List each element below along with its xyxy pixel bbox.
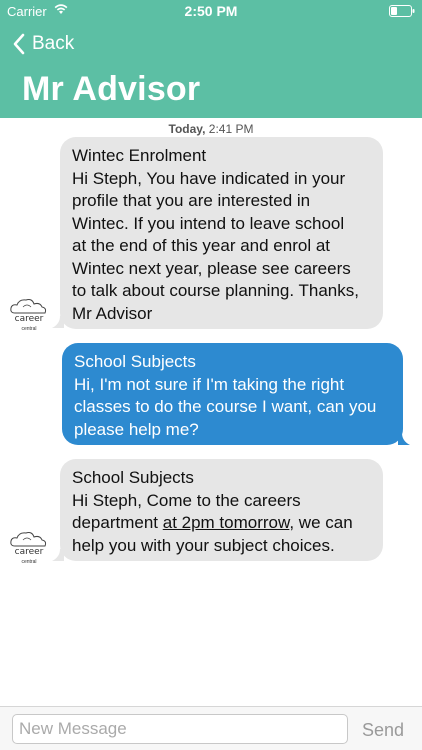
message-line: Wintec. If you intend to leave school (72, 213, 345, 233)
message-line: department at 2pm tomorrow, we can (72, 512, 371, 535)
status-time: 2:50 PM (184, 3, 238, 19)
message-line: Mr Advisor (72, 303, 153, 323)
message-subject: School Subjects (72, 468, 194, 487)
message-text: , we can (289, 513, 353, 532)
message-input-bar: Send (0, 706, 422, 750)
message-line: Hi Steph, You have indicated in your (72, 168, 346, 188)
message-line: profile that you are interested in (72, 191, 311, 210)
battery-icon (389, 5, 415, 17)
bubble-tail (398, 433, 410, 445)
bubble-tail (52, 316, 64, 328)
message-line: please help me? (74, 419, 199, 439)
message-line: Hi, I'm not sure if I'm taking the right (74, 374, 345, 394)
timestamp-day: Today, (168, 122, 206, 136)
chevron-left-icon (13, 33, 25, 55)
incoming-message-bubble[interactable]: Wintec Enrolment Hi Steph, You have indi… (60, 137, 383, 329)
cloud-logo-icon (10, 299, 47, 314)
outgoing-message-bubble[interactable]: School Subjects Hi, I'm not sure if I'm … (62, 343, 403, 445)
status-bar: Carrier 2:50 PM (0, 0, 422, 22)
message-line: help you with your subject choices. (72, 535, 335, 555)
avatar-sublabel: central (21, 326, 37, 332)
advisor-avatar: career central (9, 297, 49, 332)
message-line: to talk about course planning. Thanks, (72, 281, 359, 300)
avatar-label: career (14, 314, 44, 324)
page-title: Mr Advisor (22, 70, 201, 108)
message-line: Hi Steph, Come to the careers (72, 490, 301, 510)
send-button[interactable]: Send (352, 717, 414, 743)
message-line: Wintec next year, please see careers (72, 258, 351, 278)
timestamp-time: 2:41 PM (208, 122, 254, 136)
message-line: classes to do the course I want, can you (74, 397, 377, 416)
message-subject: Wintec Enrolment (72, 146, 207, 165)
incoming-message-bubble[interactable]: School Subjects Hi Steph, Come to the ca… (60, 459, 383, 561)
message-timestamp: Today, 2:41 PM (0, 122, 422, 136)
advisor-avatar: career central (9, 530, 49, 565)
appointment-time-link[interactable]: at 2pm tomorrow (163, 513, 290, 532)
bubble-tail (52, 549, 64, 561)
back-label: Back (32, 33, 75, 54)
message-subject: School Subjects (74, 352, 196, 371)
message-text: department (72, 513, 163, 532)
avatar-label: career (14, 547, 44, 557)
back-button[interactable]: Back (12, 30, 74, 58)
avatar-sublabel: central (21, 559, 37, 565)
cloud-logo-icon (10, 532, 47, 547)
nav-header: Carrier 2:50 PM Back Mr Advisor (0, 0, 422, 118)
new-message-input[interactable] (12, 714, 348, 744)
message-line: at the end of this year and enrol at (72, 236, 331, 255)
